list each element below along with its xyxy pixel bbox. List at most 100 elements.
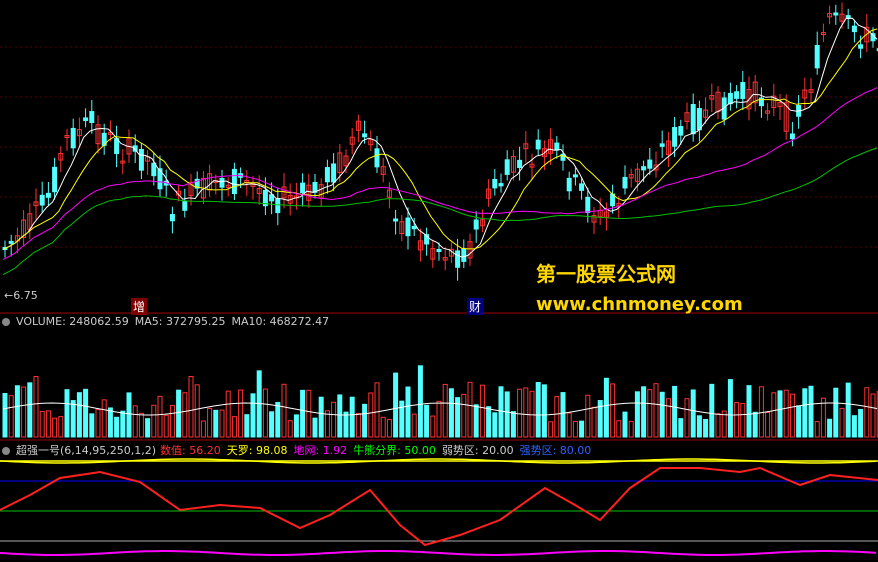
candle-body [169, 214, 175, 222]
volume-bar [585, 394, 591, 438]
candle-body [138, 148, 144, 171]
volume-bar [436, 400, 442, 438]
candle-body [45, 192, 51, 198]
volume-bar [250, 393, 256, 438]
volume-bar [734, 402, 740, 438]
candle-body [833, 12, 839, 16]
volume-bar [14, 385, 20, 438]
volume-bar [783, 389, 789, 438]
volume-bar [349, 396, 355, 438]
indicator-earth: 地网: 1.92 [293, 444, 348, 457]
volume-bar [448, 388, 454, 438]
volume-bar [820, 397, 826, 438]
volume-bar [52, 417, 58, 438]
volume-bar [417, 365, 423, 438]
candle-body [219, 178, 225, 188]
volume-bar [225, 390, 231, 438]
candle-body [690, 104, 696, 135]
volume-bar [833, 387, 839, 438]
volume-bar [393, 372, 399, 438]
volume-bar [802, 388, 808, 438]
volume-bar [827, 418, 833, 438]
volume-bar [442, 383, 448, 438]
candle-body [8, 240, 14, 244]
candle-body [374, 148, 380, 168]
volume-bar [405, 386, 411, 438]
event-marker-left[interactable]: 增 [131, 298, 148, 315]
volume-bar [8, 395, 14, 438]
candle-body [455, 250, 461, 268]
volume-bar [300, 389, 306, 438]
volume-bar [467, 381, 473, 438]
volume-title: VOLUME: 248062.59 [16, 315, 129, 328]
candle-body [504, 159, 510, 175]
indicator-strong: 强势区: 80.00 [519, 444, 592, 457]
indicator-settings-icon[interactable] [2, 447, 10, 455]
volume-bar [765, 412, 771, 438]
volume-bar [182, 392, 188, 438]
volume-bar [647, 389, 653, 438]
volume-bar [665, 398, 671, 438]
candlestick-series [2, 2, 878, 281]
candle-body [473, 219, 479, 230]
candle-body [114, 138, 120, 154]
volume-bar [684, 398, 690, 438]
candle-body [647, 159, 653, 169]
candle-body [566, 177, 572, 192]
volume-bar [207, 407, 213, 438]
volume-bar [76, 392, 82, 438]
volume-bar [659, 391, 665, 438]
volume-bar [194, 384, 200, 438]
candle-body [182, 201, 188, 211]
candle-body [740, 82, 746, 100]
volume-bar [337, 394, 343, 438]
volume-bar [653, 383, 659, 438]
candle-body [231, 168, 237, 194]
volume-bar [169, 404, 175, 438]
low-price-label: ←6.75 [4, 289, 38, 302]
volume-ma10: MA10: 468272.47 [231, 315, 330, 328]
volume-bar [634, 391, 640, 438]
candle-body [393, 218, 399, 222]
volume-bar [151, 404, 157, 438]
candle-body [517, 159, 523, 169]
volume-bar [851, 415, 857, 438]
candle-body [492, 178, 498, 189]
volume-bar [498, 386, 504, 438]
volume-bar [777, 390, 783, 438]
candle-body [678, 126, 684, 136]
volume-bar [176, 389, 182, 438]
volume-bar [362, 403, 368, 438]
candle-body [151, 162, 157, 177]
volume-bar [727, 379, 733, 438]
volume-bar [2, 392, 8, 438]
volume-bar [703, 418, 709, 438]
volume-bar [343, 411, 349, 438]
volume-bar [870, 393, 876, 438]
volume-bar [293, 414, 299, 438]
volume-bar [101, 399, 107, 438]
event-marker-right[interactable]: 财 [467, 298, 484, 315]
volume-bar [541, 384, 547, 438]
volume-legend: VOLUME: 248062.59 MA5: 372795.25 MA10: 468… [0, 315, 335, 328]
volume-bar [145, 418, 151, 438]
volume-bar [808, 385, 814, 438]
candle-body [324, 167, 330, 183]
stock-chart[interactable] [0, 0, 878, 562]
volume-bar [107, 407, 113, 438]
volume-bar [591, 406, 597, 438]
candle-body [659, 143, 665, 147]
candle-body [70, 127, 76, 149]
candle-body [461, 248, 467, 262]
candle-body [572, 174, 578, 178]
volume-bar [33, 376, 39, 438]
volume-bar [758, 386, 764, 438]
volume-bar [411, 413, 417, 438]
volume-bar [157, 395, 163, 438]
candle-body [331, 163, 337, 183]
candle-body [641, 166, 647, 171]
volume-bar [262, 388, 268, 438]
volume-ma-line [2, 402, 878, 416]
volume-settings-icon[interactable] [2, 318, 10, 326]
volume-bar [616, 420, 622, 438]
